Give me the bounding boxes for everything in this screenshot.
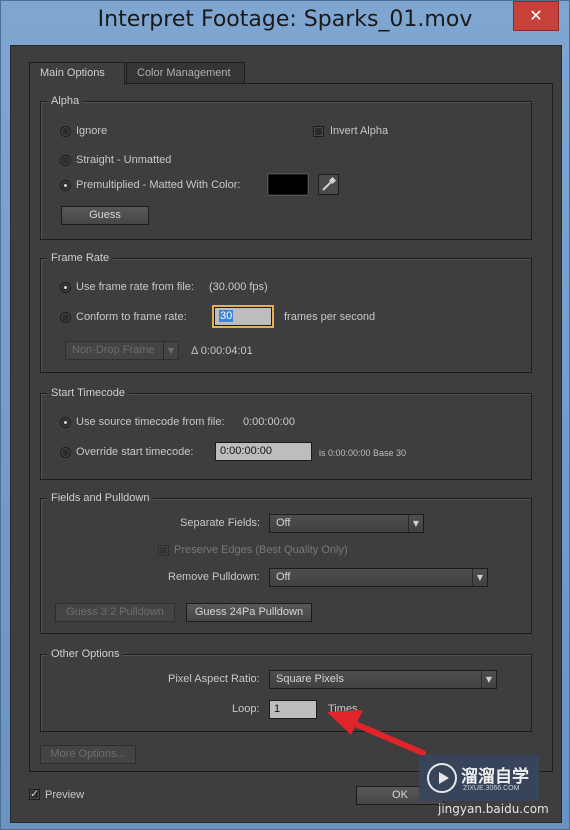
watermark-badge: 溜溜自学 ZIXUE.3066.COM	[419, 755, 539, 801]
tab-main-options[interactable]: Main Options	[29, 62, 125, 85]
watermark-url: jingyan.baidu.com	[438, 802, 549, 816]
interpret-footage-window: Interpret Footage: Sparks_01.mov ✕ Main …	[0, 0, 570, 830]
play-logo-icon	[427, 763, 457, 793]
watermark-site: ZIXUE.3066.COM	[463, 785, 520, 792]
annotation-arrow	[327, 710, 426, 756]
watermark-brand: 溜溜自学	[461, 767, 529, 787]
